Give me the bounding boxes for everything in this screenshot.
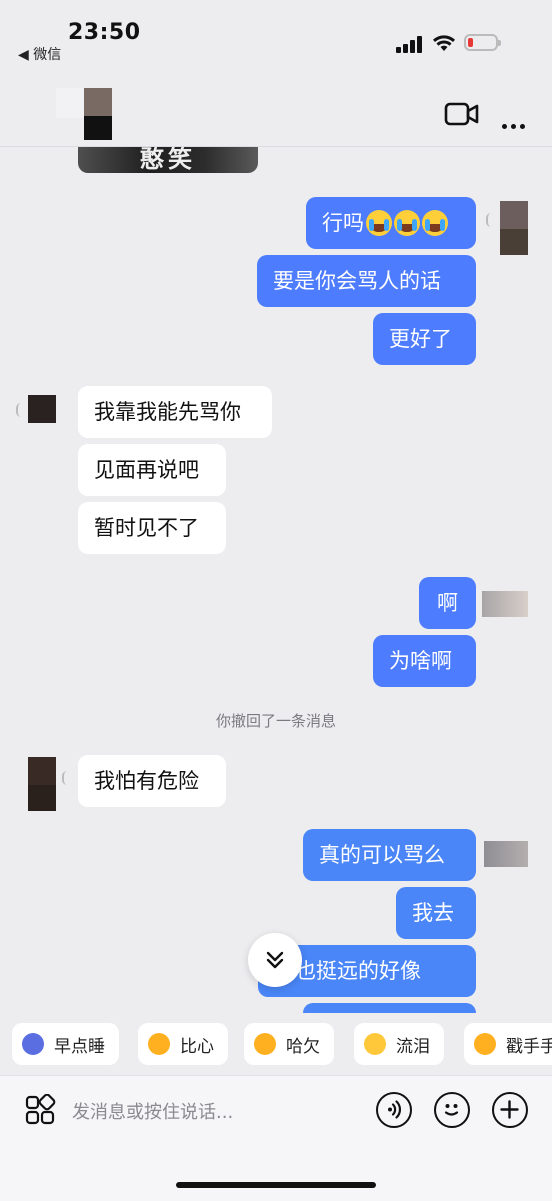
- clock: 23:50: [68, 20, 141, 45]
- add-more-button[interactable]: [492, 1092, 528, 1128]
- contact-avatar-small[interactable]: [28, 757, 56, 811]
- wifi-icon: [433, 35, 455, 51]
- cellular-signal-icon: [396, 35, 424, 53]
- message-bubble-sent[interactable]: 真的可以骂么: [303, 829, 476, 881]
- quick-reply-poke-hands[interactable]: 戳手手: [464, 1023, 552, 1065]
- apps-grid-icon[interactable]: [24, 1094, 56, 1126]
- divider: [16, 403, 21, 417]
- more-options-icon[interactable]: [502, 114, 529, 133]
- video-call-icon[interactable]: [444, 102, 480, 126]
- message-bubble-sent[interactable]: 要是你会骂人的话: [257, 255, 476, 307]
- sticker-caption: 憨笑: [140, 147, 196, 173]
- message-bubble-sent[interactable]: 啊: [419, 577, 476, 629]
- scroll-to-bottom-button[interactable]: [248, 933, 302, 987]
- quick-reply-finger-heart[interactable]: 比心: [138, 1023, 228, 1065]
- divider: [486, 213, 491, 227]
- moon-icon: [22, 1033, 44, 1055]
- message-bubble-sent-partial[interactable]: [303, 1003, 476, 1013]
- poke-hands-icon: [474, 1033, 496, 1055]
- home-indicator: [176, 1182, 376, 1188]
- finger-heart-icon: [148, 1033, 170, 1055]
- message-bubble-sent[interactable]: 为啥啊: [373, 635, 476, 687]
- yawn-icon: [254, 1033, 276, 1055]
- message-list[interactable]: 憨笑 行吗 要是你会骂人的话 更好了 我靠我能先骂你 见面再说吧 暂时见不了 啊…: [0, 147, 552, 1013]
- battery-icon: [464, 34, 501, 51]
- quick-reply-yawn[interactable]: 哈欠: [244, 1023, 334, 1065]
- my-avatar[interactable]: [500, 201, 528, 255]
- chat-header: [0, 80, 552, 147]
- back-to-app-link[interactable]: ◀ 微信: [18, 44, 61, 64]
- system-notice-recalled: 你撤回了一条消息: [215, 712, 336, 730]
- message-bubble-received[interactable]: 见面再说吧: [78, 444, 226, 496]
- sticker-message[interactable]: 憨笑: [78, 147, 258, 173]
- message-bubble-received[interactable]: 我靠我能先骂你: [78, 386, 272, 438]
- quick-reply-tears[interactable]: 流泪: [354, 1023, 444, 1065]
- smiley-face-icon: [444, 1104, 459, 1116]
- crying-icon: [364, 1033, 386, 1055]
- double-chevron-down-icon: [266, 951, 284, 969]
- divider: [62, 771, 67, 785]
- my-avatar[interactable]: [482, 591, 528, 617]
- contact-avatar-small[interactable]: [28, 395, 56, 423]
- message-input[interactable]: [72, 1096, 352, 1128]
- contact-avatar[interactable]: [56, 88, 112, 140]
- message-bubble-sent[interactable]: 行吗: [306, 197, 476, 249]
- message-bubble-received[interactable]: 我怕有危险: [78, 755, 226, 807]
- message-bubble-received[interactable]: 暂时见不了: [78, 502, 226, 554]
- status-bar: 23:50 ◀ 微信: [0, 0, 552, 80]
- quick-reply-bar[interactable]: 早点睡 比心 哈欠 流泪 戳手手: [0, 1013, 552, 1075]
- crying-emoji-icon: [422, 210, 448, 236]
- voice-input-button[interactable]: [376, 1092, 412, 1128]
- voice-wave-icon: [388, 1100, 401, 1119]
- crying-emoji-icon: [394, 210, 420, 236]
- message-input-bar: [0, 1075, 552, 1201]
- quick-reply-early-sleep[interactable]: 早点睡: [12, 1023, 119, 1065]
- my-avatar[interactable]: [484, 841, 528, 867]
- emoji-button[interactable]: [434, 1092, 470, 1128]
- plus-icon: [500, 1100, 519, 1119]
- message-bubble-sent[interactable]: 我去: [396, 887, 476, 939]
- message-bubble-sent[interactable]: 更好了: [373, 313, 476, 365]
- crying-emoji-icon: [366, 210, 392, 236]
